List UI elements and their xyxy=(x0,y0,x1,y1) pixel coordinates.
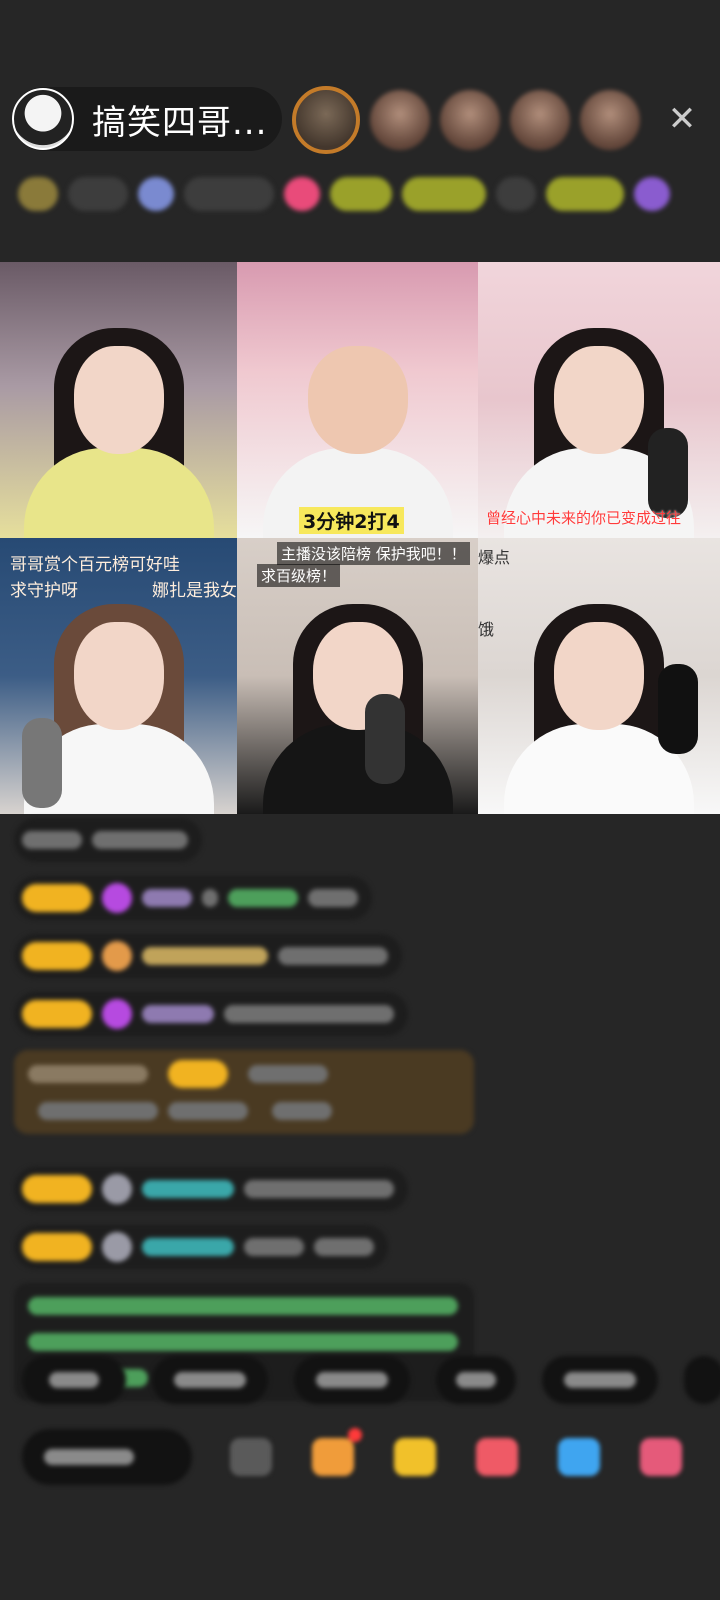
guest-video-3[interactable]: 曾经心中未来的你已变成过往 xyxy=(478,262,720,538)
chat-message[interactable] xyxy=(14,876,372,920)
comment-input[interactable] xyxy=(22,1429,192,1485)
guest-video-4[interactable]: 哥哥赏个百元榜可好哇 求守护呀 娜扎是我女 xyxy=(0,538,237,814)
guest-caption: 娜扎是我女 xyxy=(152,581,237,601)
chat-message[interactable] xyxy=(14,1167,408,1211)
level-icon xyxy=(102,999,132,1029)
guest-caption: 哥哥赏个百元榜可好哇 xyxy=(10,555,180,575)
guest-caption: 求百级榜！ xyxy=(257,564,341,587)
share-icon[interactable] xyxy=(558,1438,600,1476)
star-icon[interactable] xyxy=(394,1438,436,1476)
close-button[interactable]: ✕ xyxy=(662,99,702,139)
guest-figure xyxy=(262,604,453,814)
quick-reply-chip[interactable] xyxy=(152,1356,268,1404)
guest-video-5[interactable]: 主播没该陪榜 保护我吧！！ 求百级榜！ xyxy=(237,538,478,814)
system-message[interactable] xyxy=(14,1050,474,1134)
viewer-avatar[interactable] xyxy=(370,90,430,150)
microphone xyxy=(648,428,688,518)
level-icon xyxy=(102,941,132,971)
guest-caption: 曾经心中未来的你已变成过往 xyxy=(486,509,682,527)
multi-guest-video-grid: 3分钟2打4 曾经心中未来的你已变成过往 哥哥赏个百元榜可好哇 求守护呀 娜扎是… xyxy=(0,262,720,814)
level-icon xyxy=(102,1174,132,1204)
chat-message[interactable] xyxy=(14,992,408,1036)
close-icon: ✕ xyxy=(667,99,697,139)
fan-badge xyxy=(22,942,92,970)
quick-reply-chip[interactable] xyxy=(436,1356,516,1404)
bottom-toolbar xyxy=(22,1428,712,1486)
host-avatar[interactable] xyxy=(12,88,74,150)
guest-video-1[interactable] xyxy=(0,262,237,538)
pk-score-label: 3分钟2打4 xyxy=(299,507,404,534)
viewer-avatar[interactable] xyxy=(292,86,360,154)
guest-figure xyxy=(23,328,214,538)
guest-caption: 求守护呀 xyxy=(10,581,78,601)
guest-caption: 饿 xyxy=(478,620,495,639)
chat-message[interactable] xyxy=(14,818,202,862)
live-info-strip[interactable] xyxy=(18,170,698,218)
quick-reply-chip[interactable] xyxy=(684,1356,720,1404)
guest-video-6[interactable]: 爆点 饿 xyxy=(478,538,720,814)
host-name: 搞笑四哥... xyxy=(92,102,268,143)
microphone xyxy=(365,694,405,784)
viewer-avatar[interactable] xyxy=(440,90,500,150)
level-icon xyxy=(102,883,132,913)
quick-reply-chip[interactable] xyxy=(22,1356,126,1404)
game-icon[interactable] xyxy=(476,1438,518,1476)
host-info[interactable]: 搞笑四哥... xyxy=(12,87,282,151)
quick-reply-chip[interactable] xyxy=(542,1356,658,1404)
fan-badge xyxy=(22,884,92,912)
quick-reply-bar xyxy=(22,1356,720,1404)
more-icon[interactable] xyxy=(640,1438,682,1476)
guest-video-2[interactable]: 3分钟2打4 xyxy=(237,262,478,538)
level-icon xyxy=(102,1232,132,1262)
microphone xyxy=(658,664,698,754)
guest-caption: 主播没该陪榜 保护我吧！！ xyxy=(277,542,470,565)
fan-badge xyxy=(22,1000,92,1028)
fan-badge xyxy=(168,1060,228,1088)
chat-feed[interactable] xyxy=(14,818,484,1415)
gift-icon[interactable] xyxy=(312,1428,362,1476)
quick-reply-chip[interactable] xyxy=(294,1356,410,1404)
chat-message[interactable] xyxy=(14,1225,388,1269)
fan-badge xyxy=(22,1175,92,1203)
fan-badge xyxy=(22,1233,92,1261)
top-viewers xyxy=(292,86,640,154)
chat-message[interactable] xyxy=(14,934,402,978)
viewer-avatar[interactable] xyxy=(580,90,640,150)
viewer-avatar[interactable] xyxy=(510,90,570,150)
emoji-icon[interactable] xyxy=(230,1438,272,1476)
microphone xyxy=(22,718,62,808)
notification-dot xyxy=(348,1428,362,1442)
guest-caption: 爆点 xyxy=(478,548,511,567)
